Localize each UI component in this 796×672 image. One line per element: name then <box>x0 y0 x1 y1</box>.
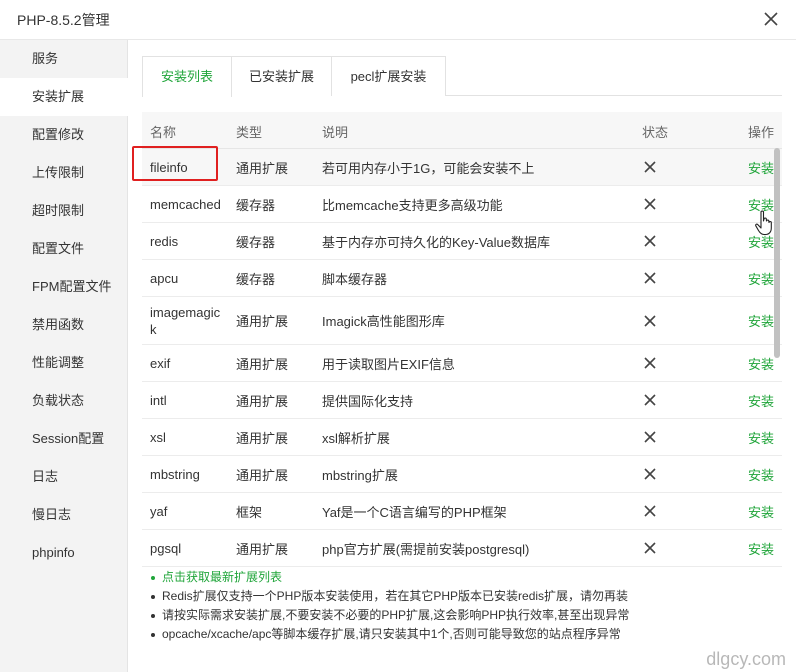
status-x-icon <box>644 382 660 418</box>
status-x-icon <box>644 186 660 222</box>
table-row: redis 缓存器 基于内存亦可持久化的Key-Value数据库 安装 <box>142 223 782 260</box>
status-x-icon <box>644 345 660 381</box>
ext-type: 缓存器 <box>236 234 276 250</box>
ext-desc: php官方扩展(需提前安装postgresql) <box>322 541 530 557</box>
header-status: 状态 <box>642 125 669 140</box>
ext-desc: 基于内存亦可持久化的Key-Value数据库 <box>322 234 551 250</box>
ext-desc: 比memcache支持更多高级功能 <box>322 197 503 213</box>
header-type: 类型 <box>236 125 263 140</box>
install-button[interactable]: 安装 <box>748 456 782 492</box>
ext-type: 通用扩展 <box>236 467 289 483</box>
install-button[interactable]: 安装 <box>748 530 782 566</box>
titlebar: PHP-8.5.2管理 <box>0 0 796 40</box>
table-row: xsl 通用扩展 xsl解析扩展 安装 <box>142 419 782 456</box>
refresh-extension-list-link[interactable]: 点击获取最新扩展列表 <box>148 568 768 587</box>
ext-type: 通用扩展 <box>236 393 289 409</box>
tab-bar: 安装列表 已安装扩展 pecl扩展安装 <box>142 56 782 97</box>
ext-desc: mbstring扩展 <box>322 467 398 483</box>
status-x-icon <box>644 493 660 529</box>
sidebar-item-performance[interactable]: 性能调整 <box>0 344 128 382</box>
tab-pecl-install[interactable]: pecl扩展安装 <box>332 56 446 96</box>
window-title: PHP-8.5.2管理 <box>17 12 110 28</box>
sidebar-item-session[interactable]: Session配置 <box>0 420 128 458</box>
status-x-icon <box>644 297 660 344</box>
ext-type: 通用扩展 <box>236 160 289 176</box>
table-row: pgsql 通用扩展 php官方扩展(需提前安装postgresql) 安装 <box>142 530 782 567</box>
watermark: dlgcy.com <box>706 649 786 669</box>
ext-name: mbstring <box>150 466 200 482</box>
ext-type: 框架 <box>236 504 263 520</box>
status-x-icon <box>644 419 660 455</box>
table-row: mbstring 通用扩展 mbstring扩展 安装 <box>142 456 782 493</box>
sidebar-item-config-edit[interactable]: 配置修改 <box>0 116 128 154</box>
ext-desc: 提供国际化支持 <box>322 393 414 409</box>
install-button[interactable]: 安装 <box>748 419 782 455</box>
status-x-icon <box>644 149 660 185</box>
table-row: fileinfo 通用扩展 若可用内存小于1G，可能会安装不上 安装 <box>142 149 782 186</box>
main-panel: 安装列表 已安装扩展 pecl扩展安装 名称 类型 说明 状态 操作 filei… <box>128 40 796 672</box>
note-redis: Redis扩展仅支持一个PHP版本安装使用，若在其它PHP版本已安装redis扩… <box>148 587 768 606</box>
table-row: imagemagick 通用扩展 Imagick高性能图形库 安装 <box>142 297 782 345</box>
sidebar: 服务 安装扩展 配置修改 上传限制 超时限制 配置文件 FPM配置文件 禁用函数… <box>0 40 129 672</box>
table-row: apcu 缓存器 脚本缓存器 安装 <box>142 260 782 297</box>
table-row: memcached 缓存器 比memcache支持更多高级功能 安装 <box>142 186 782 223</box>
ext-type: 缓存器 <box>236 271 276 287</box>
ext-desc: xsl解析扩展 <box>322 430 390 446</box>
ext-type: 通用扩展 <box>236 541 289 557</box>
ext-name: fileinfo <box>150 159 188 175</box>
close-icon[interactable] <box>760 8 782 30</box>
header-desc: 说明 <box>322 125 349 140</box>
sidebar-item-service[interactable]: 服务 <box>0 40 128 78</box>
ext-desc: 脚本缓存器 <box>322 271 388 287</box>
ext-name: imagemagick <box>150 304 221 337</box>
ext-desc: Imagick高性能图形库 <box>322 314 445 329</box>
tab-install-list[interactable]: 安装列表 <box>142 56 232 97</box>
sidebar-item-log[interactable]: 日志 <box>0 458 128 496</box>
ext-type: 缓存器 <box>236 197 276 213</box>
note-cache-ext: opcache/xcache/apc等脚本缓存扩展,请只安装其中1个,否则可能导… <box>148 625 768 644</box>
ext-desc: 用于读取图片EXIF信息 <box>322 356 455 372</box>
sidebar-item-timeout-limit[interactable]: 超时限制 <box>0 192 128 230</box>
sidebar-item-install-ext[interactable]: 安装扩展 <box>0 78 129 116</box>
sidebar-item-phpinfo[interactable]: phpinfo <box>0 534 128 572</box>
ext-name: exif <box>150 355 171 371</box>
ext-name: pgsql <box>150 540 182 556</box>
header-op: 操作 <box>748 125 775 140</box>
ext-type: 通用扩展 <box>236 314 289 329</box>
sidebar-item-load-status[interactable]: 负载状态 <box>0 382 128 420</box>
table-header: 名称 类型 说明 状态 操作 <box>142 112 782 149</box>
sidebar-item-disabled-functions[interactable]: 禁用函数 <box>0 306 128 344</box>
ext-desc: Yaf是一个C语言编写的PHP框架 <box>322 504 507 520</box>
help-notes: 点击获取最新扩展列表 Redis扩展仅支持一个PHP版本安装使用，若在其它PHP… <box>148 568 768 644</box>
sidebar-item-slow-log[interactable]: 慢日志 <box>0 496 128 534</box>
ext-name: xsl <box>150 429 166 445</box>
install-button[interactable]: 安装 <box>748 493 782 529</box>
ext-name: intl <box>150 392 167 408</box>
sidebar-item-config-file[interactable]: 配置文件 <box>0 230 128 268</box>
extension-table: 名称 类型 说明 状态 操作 fileinfo 通用扩展 若可用内存小于1G，可… <box>142 112 782 567</box>
status-x-icon <box>644 530 660 566</box>
install-button[interactable]: 安装 <box>748 382 782 418</box>
table-row: yaf 框架 Yaf是一个C语言编写的PHP框架 安装 <box>142 493 782 530</box>
note-install-advice: 请按实际需求安装扩展,不要安装不必要的PHP扩展,这会影响PHP执行效率,甚至出… <box>148 606 768 625</box>
table-scrollbar[interactable] <box>774 148 780 358</box>
ext-type: 通用扩展 <box>236 430 289 446</box>
table-row: exif 通用扩展 用于读取图片EXIF信息 安装 <box>142 345 782 382</box>
sidebar-item-upload-limit[interactable]: 上传限制 <box>0 154 128 192</box>
table-row: intl 通用扩展 提供国际化支持 安装 <box>142 382 782 419</box>
status-x-icon <box>644 223 660 259</box>
ext-desc: 若可用内存小于1G，可能会安装不上 <box>322 160 535 176</box>
ext-name: redis <box>150 233 179 249</box>
ext-type: 通用扩展 <box>236 356 289 372</box>
tab-installed-ext[interactable]: 已安装扩展 <box>232 56 332 96</box>
ext-name: apcu <box>150 270 179 286</box>
status-x-icon <box>644 456 660 492</box>
sidebar-item-fpm-config[interactable]: FPM配置文件 <box>0 268 128 306</box>
status-x-icon <box>644 260 660 296</box>
ext-name: yaf <box>150 503 168 519</box>
header-name: 名称 <box>150 125 177 140</box>
ext-name: memcached <box>150 196 221 212</box>
